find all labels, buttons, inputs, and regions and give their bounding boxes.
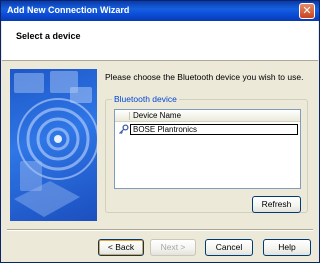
close-button[interactable]: ✕	[299, 3, 315, 19]
instruction-text: Please choose the Bluetooth device you w…	[105, 72, 304, 82]
back-button[interactable]: < Back	[98, 239, 144, 256]
next-label: Next >	[160, 242, 186, 252]
window-title: Add New Connection Wizard	[7, 5, 130, 15]
help-label: Help	[278, 242, 296, 252]
banner-art	[14, 71, 97, 217]
group-label: Bluetooth device	[112, 94, 179, 104]
next-button[interactable]: Next >	[150, 239, 196, 256]
back-label: < Back	[107, 242, 135, 252]
column-header-label: Device Name	[133, 111, 182, 120]
close-icon: ✕	[302, 4, 312, 17]
wizard-header: Select a device	[2, 21, 318, 61]
refresh-button[interactable]: Refresh	[252, 196, 301, 213]
refresh-label: Refresh	[261, 199, 292, 209]
help-button[interactable]: Help	[263, 239, 311, 256]
device-list[interactable]: Device Name BOSE Plantronics	[114, 109, 301, 189]
key-icon	[118, 124, 129, 135]
column-separator	[129, 112, 130, 120]
cancel-button[interactable]: Cancel	[205, 239, 253, 256]
column-header-device-name[interactable]: Device Name	[115, 110, 300, 122]
bluetooth-device-group: Bluetooth device Device Name BOSE Plantr…	[105, 94, 308, 213]
title-bar[interactable]: Add New Connection Wizard ✕	[1, 1, 319, 21]
page-title: Select a device	[16, 31, 81, 41]
bluetooth-wizard-illustration-icon	[10, 69, 97, 221]
device-name: BOSE Plantronics	[130, 124, 298, 135]
list-item[interactable]: BOSE Plantronics	[117, 124, 299, 136]
footer-divider	[7, 229, 313, 231]
cancel-label: Cancel	[215, 242, 243, 252]
wizard-window: Add New Connection Wizard ✕ Select a dev…	[0, 0, 320, 263]
